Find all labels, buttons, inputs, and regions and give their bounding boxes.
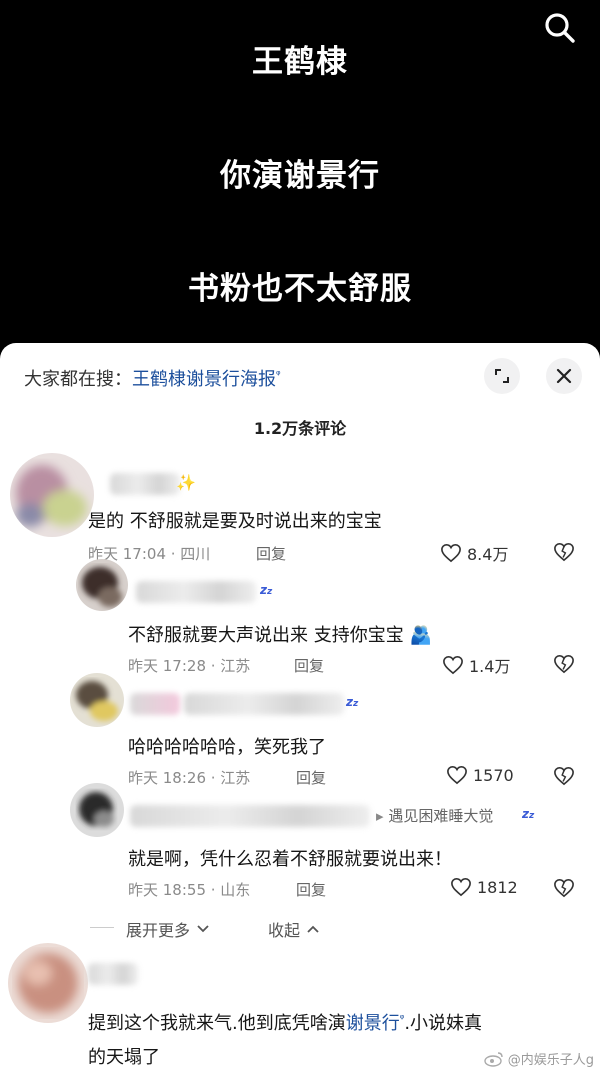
username-blurred[interactable] bbox=[110, 473, 180, 495]
sparkle-icon: ✨ bbox=[176, 473, 196, 492]
like-button[interactable]: 8.4万 bbox=[440, 541, 508, 565]
broken-heart-icon bbox=[554, 654, 574, 674]
like-count: 1.4万 bbox=[469, 657, 511, 676]
username-blurred[interactable] bbox=[184, 693, 344, 715]
comment-text: 提到这个我就来气.他到底凭啥演谢景行ᵠ.小说妹真 bbox=[88, 1012, 483, 1034]
zzz-icon: zz bbox=[346, 695, 359, 709]
like-button[interactable]: 1812 bbox=[450, 877, 518, 897]
broken-heart-icon bbox=[554, 766, 574, 786]
avatar[interactable] bbox=[70, 783, 124, 837]
broken-heart-icon bbox=[554, 542, 574, 562]
collapse-button[interactable]: 收起 bbox=[268, 917, 320, 941]
like-count: 8.4万 bbox=[467, 545, 509, 564]
comment-text: 是的 不舒服就是要及时说出来的宝宝 bbox=[88, 511, 382, 532]
dislike-button[interactable] bbox=[553, 766, 575, 790]
dislike-button[interactable] bbox=[553, 542, 575, 566]
avatar[interactable] bbox=[8, 943, 88, 1023]
heart-icon bbox=[451, 877, 471, 897]
comment-time-location: 昨天 17:28 · 江苏 bbox=[128, 657, 251, 675]
hot-search-keyword[interactable]: 王鹤棣谢景行海报 bbox=[132, 369, 276, 390]
comment-time-location: 昨天 18:55 · 山东 bbox=[128, 881, 251, 899]
comment-text: 就是啊，凭什么忍着不舒服就要说出来！ bbox=[128, 849, 452, 870]
like-count: 1570 bbox=[473, 765, 514, 785]
comment-text: 哈哈哈哈哈哈，笑死我了 bbox=[128, 737, 326, 758]
close-icon bbox=[556, 368, 572, 384]
username-blurred[interactable] bbox=[130, 693, 180, 715]
reply-button[interactable]: 回复 bbox=[296, 767, 326, 788]
dislike-button[interactable] bbox=[553, 878, 575, 902]
heart-icon bbox=[441, 543, 461, 563]
caption-line-2: 你演谢景行 bbox=[220, 158, 380, 194]
zzz-icon: zz bbox=[260, 583, 273, 597]
caption-line-1: 王鹤棣 bbox=[252, 44, 348, 80]
hot-search-prefix: 大家都在搜： bbox=[24, 369, 132, 390]
avatar[interactable] bbox=[10, 453, 94, 537]
hug-emoji: 🫂 bbox=[409, 625, 432, 646]
watermark: @内娱乐子人g bbox=[484, 1049, 594, 1068]
chevron-up-icon bbox=[307, 925, 319, 933]
like-button[interactable]: 1.4万 bbox=[442, 653, 510, 677]
comment-count: 1.2万条评论 bbox=[253, 419, 347, 438]
heart-icon bbox=[443, 655, 463, 675]
divider bbox=[90, 927, 114, 928]
caption-line-3: 书粉也不太舒服 bbox=[188, 271, 412, 307]
video-area[interactable]: 王鹤棣 你演谢景行 书粉也不太舒服 bbox=[0, 0, 600, 350]
zzz-icon: zz bbox=[522, 807, 535, 821]
username-blurred[interactable] bbox=[88, 963, 138, 985]
magnifier-icon: ᵠ bbox=[276, 368, 281, 381]
hot-search-bar[interactable]: 大家都在搜：王鹤棣谢景行海报ᵠ bbox=[24, 365, 281, 391]
avatar[interactable] bbox=[76, 559, 128, 611]
comment-text: 不舒服就要大声说出来 支持你宝宝 🫂 bbox=[128, 625, 432, 646]
reply-to-username[interactable]: ▸ 遇见困难睡大觉 bbox=[376, 805, 493, 826]
like-count: 1812 bbox=[477, 877, 518, 897]
like-button[interactable]: 1570 bbox=[446, 765, 514, 785]
weibo-logo-icon bbox=[484, 1051, 503, 1067]
search-icon[interactable] bbox=[542, 10, 578, 46]
reply-button[interactable]: 回复 bbox=[296, 879, 326, 900]
broken-heart-icon bbox=[554, 878, 574, 898]
dislike-button[interactable] bbox=[553, 654, 575, 678]
comment-text-continued: 的天塌了 bbox=[88, 1047, 160, 1068]
expand-icon bbox=[495, 369, 509, 383]
username-blurred[interactable] bbox=[130, 805, 370, 827]
comment-sheet: 大家都在搜：王鹤棣谢景行海报ᵠ 1.2万条评论 ✨ 是的 不舒服就是要及时说出来… bbox=[0, 343, 600, 1074]
reply-button[interactable]: 回复 bbox=[256, 543, 286, 564]
close-button[interactable] bbox=[546, 358, 582, 394]
keyword-link[interactable]: 谢景行 bbox=[346, 1013, 400, 1034]
comment-time-location: 昨天 18:26 · 江苏 bbox=[128, 769, 251, 787]
heart-icon bbox=[447, 765, 467, 785]
avatar[interactable] bbox=[70, 673, 124, 727]
reply-button[interactable]: 回复 bbox=[294, 655, 324, 676]
username-blurred[interactable] bbox=[136, 581, 256, 603]
expand-more-button[interactable]: 展开更多 bbox=[126, 917, 210, 941]
chevron-down-icon bbox=[197, 925, 209, 933]
expand-sheet-button[interactable] bbox=[484, 358, 520, 394]
